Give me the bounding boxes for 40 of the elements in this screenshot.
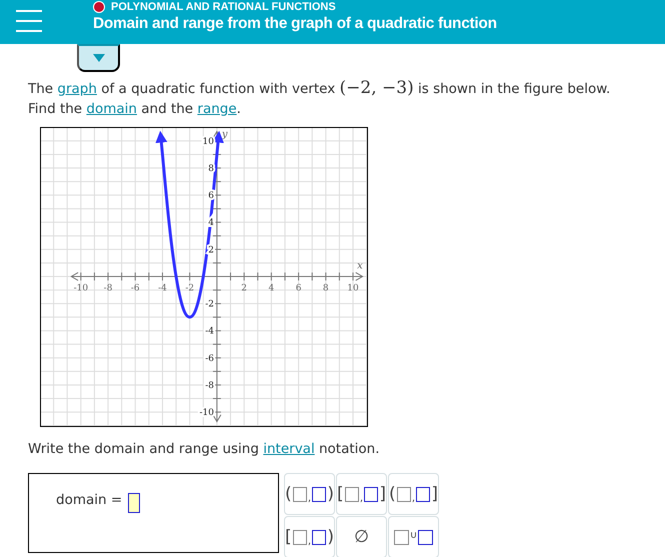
- tick-label: 8: [208, 164, 214, 174]
- tick-label: -10: [200, 408, 214, 418]
- tick-label: 2: [208, 245, 214, 256]
- tick-label: 4: [268, 283, 274, 294]
- question-text: The graph of a quadratic function with vertex (−2, −3) is shown in the figure below. Find the domain and the range.: [28, 78, 612, 119]
- link[interactable]: range: [197, 101, 237, 117]
- interval-button[interactable]: ( , ]: [388, 473, 439, 515]
- tick-label: -2: [205, 300, 214, 310]
- topic-title: POLYNOMIAL AND RATIONAL FUNCTIONS: [111, 1, 336, 13]
- link[interactable]: interval: [263, 441, 315, 457]
- empty-set-button[interactable]: ∅: [336, 516, 387, 557]
- tick-label: -2: [185, 283, 194, 294]
- expand-tab[interactable]: [77, 44, 120, 72]
- axis-label: x: [357, 260, 363, 272]
- link[interactable]: graph: [57, 81, 97, 97]
- caret-icon: [92, 54, 104, 62]
- domain-label: domain =: [56, 492, 122, 508]
- union-button[interactable]: ∪: [388, 516, 439, 557]
- tick-label: 10: [347, 283, 359, 294]
- menu-icon[interactable]: [16, 10, 42, 32]
- interval-button[interactable]: ( , ): [284, 473, 335, 515]
- tick-label: -4: [205, 326, 214, 337]
- input-field[interactable]: [128, 493, 140, 513]
- tick-label: -6: [130, 283, 140, 294]
- lesson-title: Domain and range from the graph of a quadratic function: [93, 15, 497, 33]
- link[interactable]: domain: [86, 101, 137, 117]
- instruction-text: Write the domain and range using interval notation.: [28, 441, 381, 457]
- tick-label: -6: [205, 354, 214, 364]
- tick-label: 8: [322, 283, 329, 294]
- axis-label: y: [222, 128, 228, 140]
- tick-label: -8: [104, 283, 112, 294]
- tick-label: -8: [205, 380, 214, 391]
- interval-button[interactable]: [ , ]: [336, 473, 387, 515]
- tick-label: 6: [296, 283, 302, 294]
- tick-label: 2: [241, 283, 247, 294]
- tick-label: -4: [158, 283, 167, 294]
- status-dot: [93, 1, 105, 13]
- tick-label: 10: [202, 136, 214, 147]
- interval-button[interactable]: [ , ): [284, 516, 335, 557]
- tick-label: -10: [74, 283, 88, 294]
